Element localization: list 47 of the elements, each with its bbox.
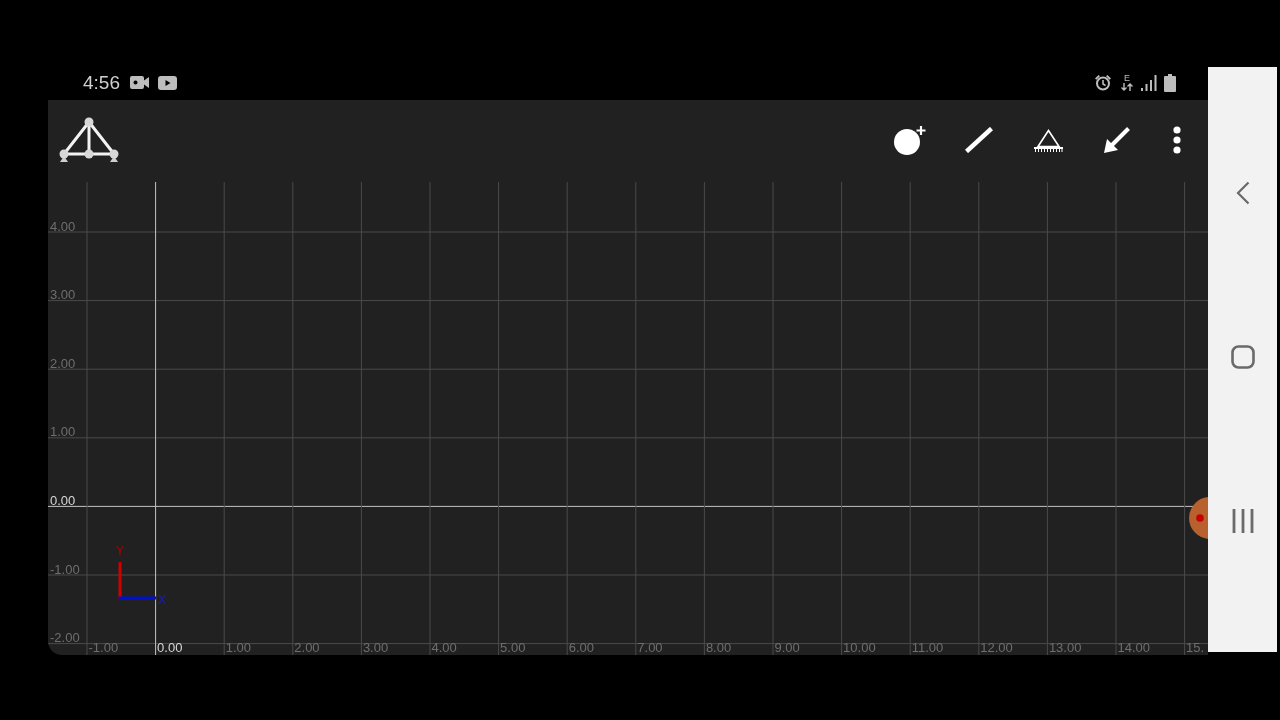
video-camera-icon <box>130 76 149 89</box>
y-axis-label: 1.00 <box>50 424 76 440</box>
x-axis-label: 3.00 <box>362 640 389 655</box>
clock-time: 4:56 <box>83 73 120 92</box>
home-square-icon[interactable] <box>1230 345 1255 369</box>
data-arrows-icon <box>1121 83 1133 91</box>
add-circle-icon <box>894 125 926 155</box>
y-axis-label: -2.00 <box>50 630 80 646</box>
back-chevron-icon[interactable] <box>1235 181 1250 205</box>
x-axis-label: -1.00 <box>88 640 119 655</box>
x-axis-label: 1.00 <box>225 640 251 655</box>
grid-canvas[interactable]: 4.00 3.00 2.00 1.00 0.00 -1.00 -2.00 -1.00 0.00 1.00 2.00 3.00 4.00 5.00 6.00 7.00 8.00 9.00 10.00 11.00 12.00 13.00 14.00 15. Y X <box>48 180 1208 655</box>
diagonal-line-icon <box>965 127 993 153</box>
y-axis-label: 3.00 <box>50 287 76 303</box>
x-axis-label: 0.00 <box>157 640 183 655</box>
x-axis-label: 8.00 <box>705 640 732 655</box>
x-axis-label: 7.00 <box>637 640 663 655</box>
x-axis-label: 2.00 <box>294 640 320 655</box>
x-axis-label: 11.00 <box>911 640 944 655</box>
x-axis-label: 13.00 <box>1048 640 1082 655</box>
arrow-icon <box>1104 127 1130 153</box>
truss-logo-icon[interactable] <box>58 116 120 164</box>
y-axis-letter: Y <box>116 544 124 558</box>
support-triangle-icon <box>1033 128 1063 152</box>
x-axis-letter: X <box>158 593 166 607</box>
x-axis-label: 5.00 <box>500 640 526 655</box>
x-axis-indicator <box>118 596 156 600</box>
recent-apps-icon[interactable] <box>1231 509 1254 533</box>
recorder-bubble-icon[interactable] <box>1189 497 1208 539</box>
x-axis-label: 14.00 <box>1117 640 1151 655</box>
x-axis-label: 15. <box>1186 640 1205 655</box>
play-tile-icon <box>158 75 177 90</box>
x-axis-label: 6.00 <box>568 640 594 655</box>
x-axis-label: 4.00 <box>431 640 457 655</box>
x-axis-label: 9.00 <box>774 640 800 655</box>
network-type-label: E <box>1124 74 1130 83</box>
x-axis-label: 12.00 <box>980 640 1013 655</box>
y-axis-label: 0.00 <box>50 492 76 508</box>
alarm-clock-icon <box>1094 73 1112 92</box>
y-axis-indicator <box>118 562 122 599</box>
y-axis-label: 4.00 <box>50 218 76 234</box>
signal-bars-icon <box>1141 74 1157 91</box>
x-axis-label: 10.00 <box>843 640 876 655</box>
y-axis-label: 2.00 <box>50 355 76 371</box>
battery-icon <box>1164 73 1176 92</box>
y-axis-label: -1.00 <box>50 561 80 577</box>
more-vertical-icon <box>1173 126 1181 154</box>
